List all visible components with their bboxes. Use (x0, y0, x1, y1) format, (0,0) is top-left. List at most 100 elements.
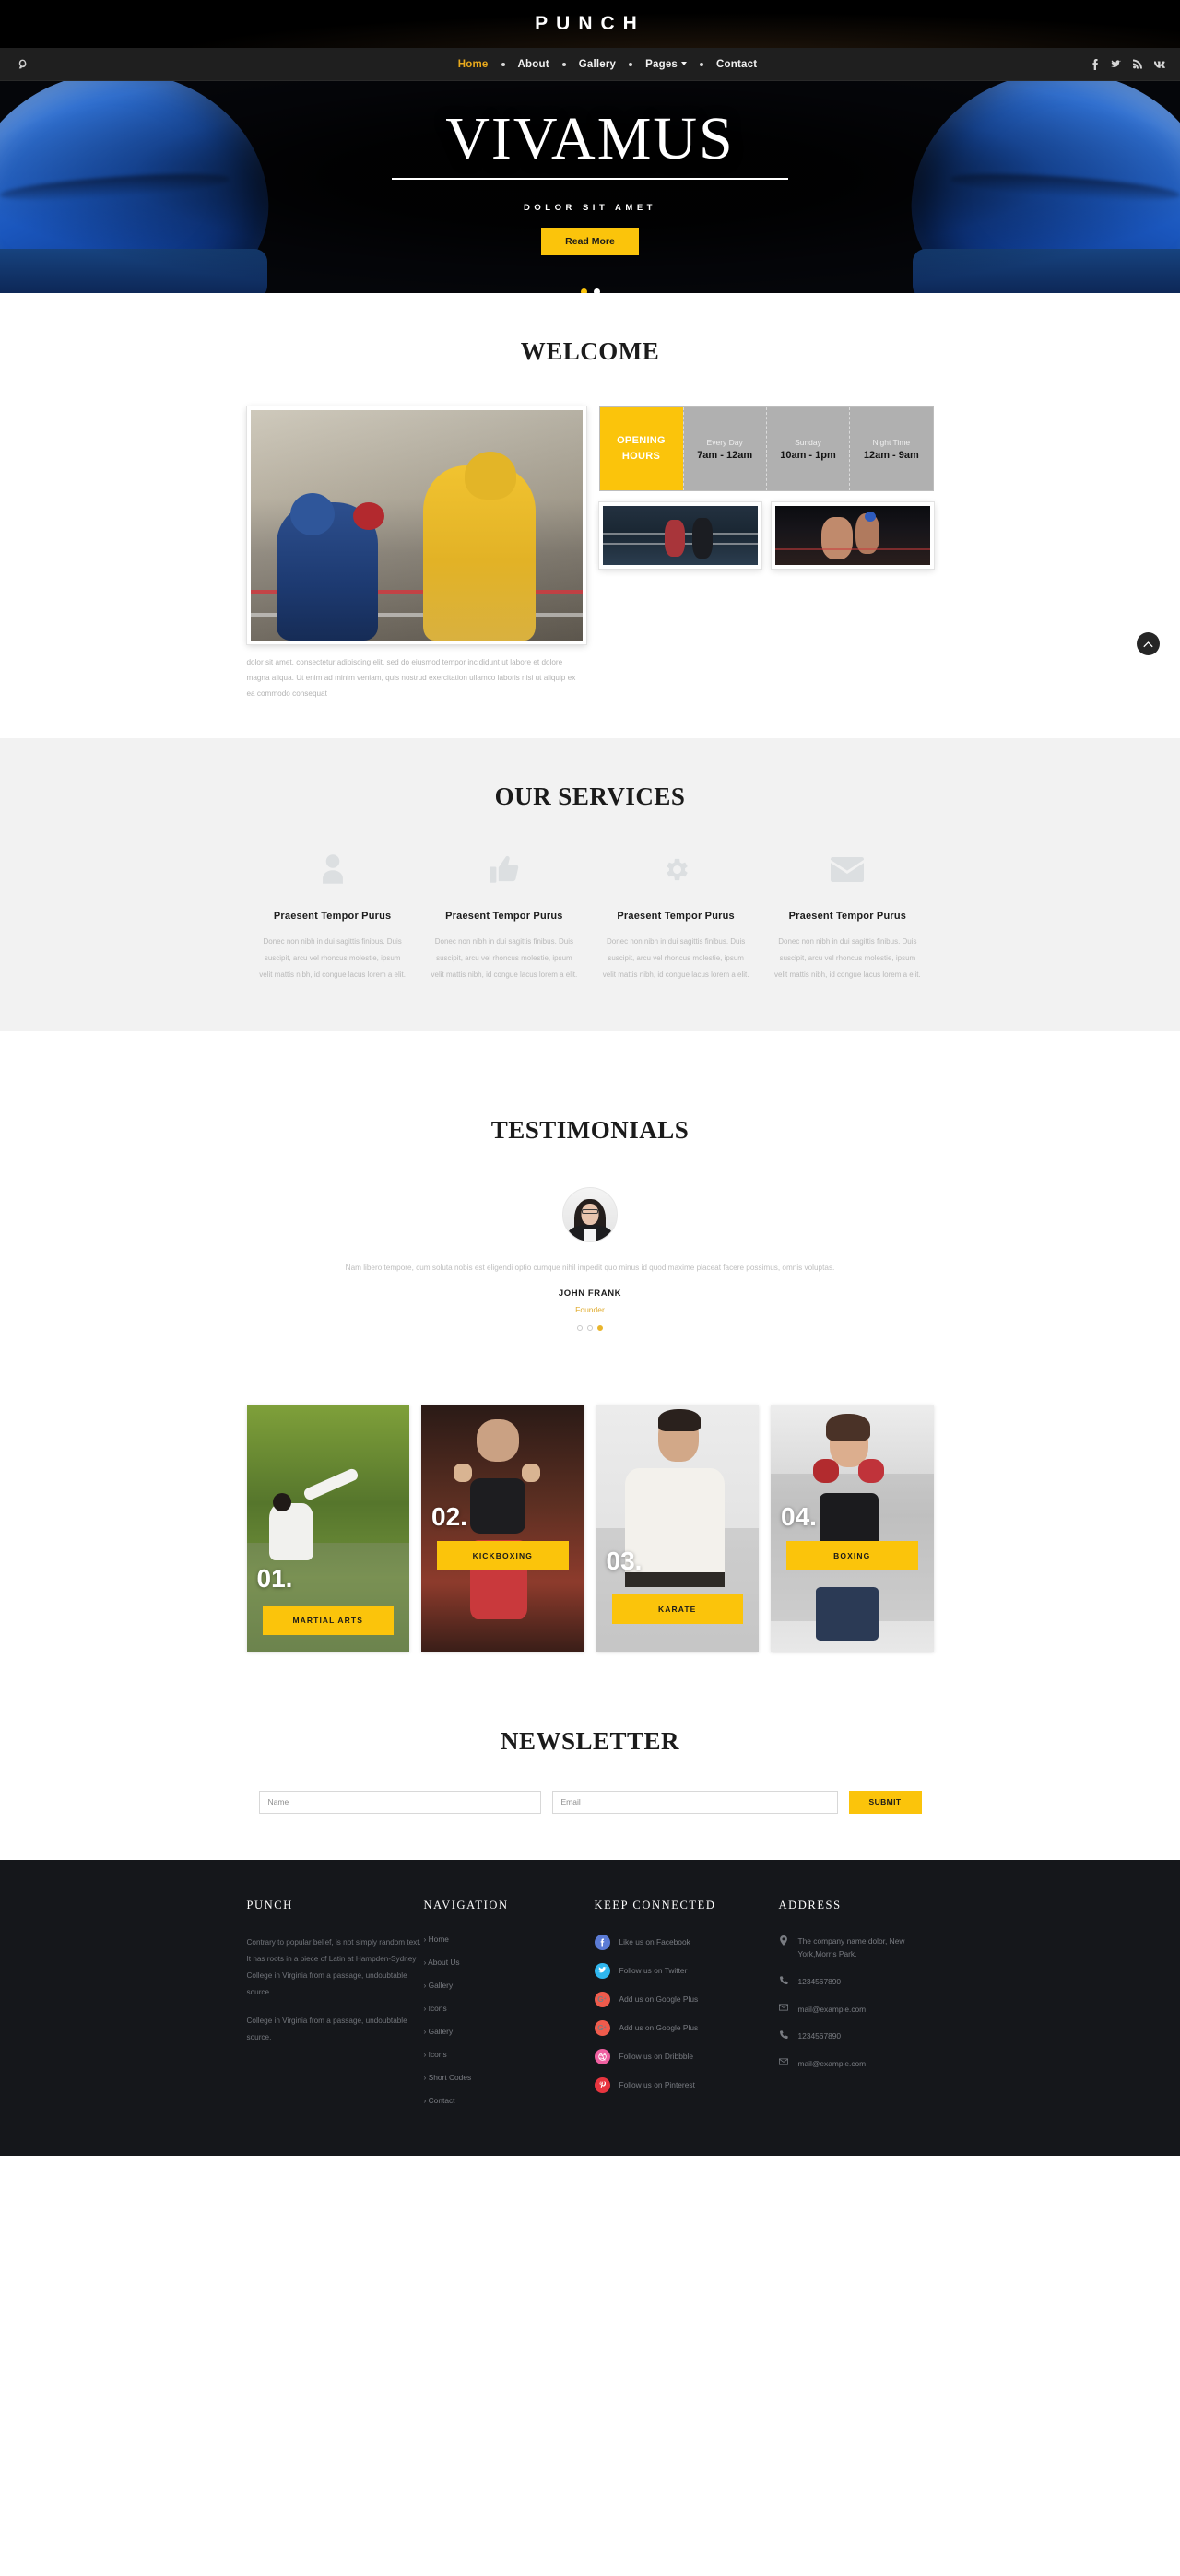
boxer-jeans (816, 1586, 879, 1641)
footer-connected-column: KEEP CONNECTED Like us on Facebook Follo… (594, 1899, 779, 2119)
hero-slider-dot-1[interactable] (580, 288, 587, 293)
hero-slider-dot-2[interactable] (593, 288, 600, 293)
testimonials-section: TESTIMONIALS Nam libero tempore, cum sol… (0, 1031, 1180, 1386)
footer-address-text: mail@example.com (797, 2059, 867, 2069)
class-number: 04. (781, 1501, 817, 1531)
newsletter-email-input[interactable] (551, 1790, 838, 1814)
welcome-title: WELCOME (520, 337, 660, 365)
class-card-martial-arts[interactable]: 01. MARTIAL ARTS (246, 1404, 409, 1652)
nav-item-contact[interactable]: Contact (703, 59, 770, 70)
nav-item-gallery[interactable]: Gallery (566, 59, 629, 70)
rss-icon[interactable] (1133, 59, 1142, 69)
testimonial-dot-3[interactable] (597, 1324, 603, 1331)
class-label-boxing[interactable]: BOXING (786, 1540, 918, 1570)
newsletter-title: NEWSLETTER (500, 1726, 680, 1755)
footer-address-email-2: mail@example.com (779, 2057, 934, 2071)
class-number: 01. (256, 1563, 293, 1593)
classes-grid: 01. MARTIAL ARTS 02. KICKBOXING 03. KARA… (246, 1404, 934, 1652)
service-card-1[interactable]: Praesent Tempor Purus Donec non nibh in … (247, 848, 419, 983)
footer-social-pinterest[interactable]: Follow us on Pinterest (594, 2076, 779, 2093)
facebook-icon (594, 1934, 610, 1950)
testimonial-slide: Nam libero tempore, cum soluta nobis est… (247, 1187, 934, 1331)
footer-address-location: The company name dolor, New York,Morris … (779, 1935, 934, 1961)
map-pin-icon (779, 1935, 789, 1946)
footer-link-about-us[interactable]: About Us (424, 1958, 595, 1967)
site-logo[interactable]: PUNCH (535, 13, 645, 35)
class-card-kickboxing[interactable]: 02. KICKBOXING (421, 1404, 584, 1652)
phone-icon (779, 1975, 789, 1985)
footer-social-label: Follow us on Pinterest (619, 2080, 695, 2090)
newsletter-name-input[interactable] (258, 1790, 541, 1814)
punch-logo-icon[interactable] (13, 56, 30, 73)
footer-navigation-heading: NAVIGATION (423, 1898, 509, 1911)
footer-social-label: Follow us on Dribbble (619, 2052, 694, 2062)
footer-link-icons[interactable]: Icons (424, 2004, 595, 2013)
facebook-icon[interactable] (1091, 58, 1099, 70)
envelope-icon (779, 2057, 789, 2065)
testimonial-dot-2[interactable] (587, 1324, 593, 1331)
site-footer: PUNCH Contrary to popular belief, is not… (0, 1859, 1180, 2156)
class-card-boxing[interactable]: 04. BOXING (771, 1404, 934, 1652)
ring-rope-decoration (774, 548, 930, 551)
nav-item-home[interactable]: Home (445, 59, 502, 70)
opening-hours-label-line2: HOURS (621, 451, 661, 462)
main-navigation: Home About Gallery Pages Contact (0, 48, 1180, 81)
footer-container: PUNCH Contrary to popular belief, is not… (247, 1899, 934, 2119)
hero-read-more-button[interactable]: Read More (541, 228, 639, 255)
opening-hours-column-everyday: Every Day 7am - 12am (682, 407, 766, 490)
envelope-icon (773, 848, 922, 890)
footer-social-google-plus[interactable]: G + Add us on Google Plus (594, 1991, 779, 2007)
footer-social-dribbble[interactable]: Follow us on Dribbble (594, 2048, 779, 2064)
testimonial-author-name: JOHN FRANK (558, 1288, 622, 1299)
nav-item-about[interactable]: About (505, 59, 562, 70)
gear-icon (601, 848, 750, 890)
scroll-to-top-button[interactable] (1137, 632, 1160, 655)
nav-item-pages[interactable]: Pages (632, 59, 700, 70)
hero-content: VIVAMUS DOLOR SIT AMET Read More (0, 81, 1180, 293)
service-card-2[interactable]: Praesent Tempor Purus Donec non nibh in … (419, 848, 590, 983)
welcome-thumbnail-2[interactable] (771, 502, 934, 569)
testimonial-author-role: Founder (575, 1304, 605, 1314)
class-card-karate[interactable]: 03. KARATE (596, 1404, 759, 1652)
footer-link-gallery-2[interactable]: Gallery (424, 2027, 595, 2036)
services-title: OUR SERVICES (494, 782, 686, 811)
footer-navigation-column: NAVIGATION Home About Us Gallery Icons G… (424, 1899, 595, 2119)
services-grid: Praesent Tempor Purus Donec non nibh in … (247, 848, 934, 983)
footer-address-phone-1: 1234567890 (779, 1975, 934, 1989)
footer-link-contact[interactable]: Contact (424, 2096, 595, 2105)
google-plus-icon: G + (594, 1991, 610, 2007)
footer-address-text: The company name dolor, New York,Morris … (797, 1935, 905, 1959)
footer-social-twitter[interactable]: Follow us on Twitter (594, 1962, 779, 1979)
service-card-4[interactable]: Praesent Tempor Purus Donec non nibh in … (761, 848, 933, 983)
class-label-kickboxing[interactable]: KICKBOXING (437, 1540, 569, 1570)
welcome-thumbnail-1[interactable] (598, 502, 761, 569)
welcome-thumbnails (598, 502, 934, 569)
kickboxer-head (477, 1418, 519, 1462)
footer-social-label: Add us on Google Plus (619, 1994, 699, 2005)
class-label-karate[interactable]: KARATE (611, 1594, 743, 1624)
phone-icon (779, 2029, 789, 2040)
footer-social-google-plus-2[interactable]: G + Add us on Google Plus (594, 2019, 779, 2036)
hero-divider (392, 178, 788, 180)
newsletter-submit-button[interactable]: SUBMIT (848, 1790, 922, 1814)
twitter-icon[interactable] (1111, 59, 1121, 70)
footer-link-icons-2[interactable]: Icons (424, 2050, 595, 2059)
footer-social-facebook[interactable]: Like us on Facebook (594, 1934, 779, 1950)
twitter-icon (594, 1962, 610, 1979)
welcome-caption: dolor sit amet, consectetur adipiscing e… (246, 658, 576, 698)
karateka-hair (657, 1409, 701, 1432)
footer-about-paragraph-2: College in Virginia from a passage, undo… (246, 2016, 407, 2041)
hours-day-label: Sunday (795, 437, 821, 447)
hours-time-value: 12am - 9am (863, 449, 919, 461)
testimonial-dot-1[interactable] (577, 1324, 583, 1331)
class-label-martial-arts[interactable]: MARTIAL ARTS (262, 1605, 394, 1635)
footer-about-column: PUNCH Contrary to popular belief, is not… (247, 1899, 424, 2119)
footer-link-home[interactable]: Home (424, 1935, 595, 1944)
vk-icon[interactable] (1154, 60, 1165, 69)
hero-slider-dots (0, 288, 1180, 293)
footer-link-gallery[interactable]: Gallery (424, 1981, 595, 1990)
service-card-3[interactable]: Praesent Tempor Purus Donec non nibh in … (590, 848, 761, 983)
class-number: 03. (606, 1546, 643, 1575)
footer-link-short-codes[interactable]: Short Codes (424, 2073, 595, 2082)
top-brand-bar: PUNCH (0, 0, 1180, 48)
